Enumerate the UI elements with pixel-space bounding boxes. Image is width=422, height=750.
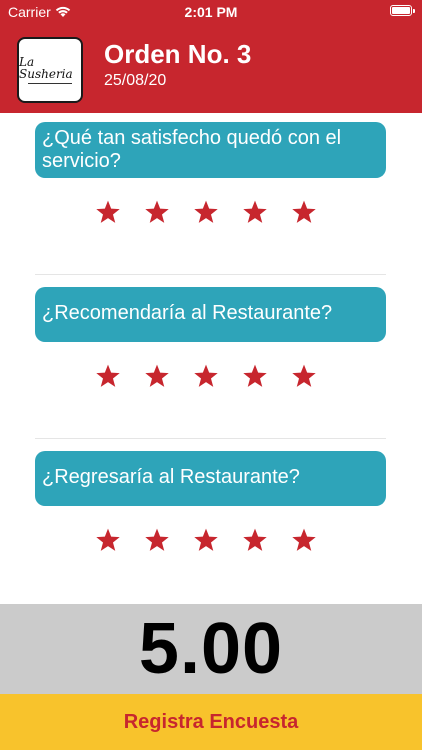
star-icon[interactable] bbox=[193, 527, 219, 553]
battery-icon bbox=[390, 5, 415, 16]
status-bar: Carrier 2:01 PM bbox=[0, 0, 422, 24]
star-icon[interactable] bbox=[144, 199, 170, 225]
star-rating-satisfaction[interactable] bbox=[95, 199, 317, 225]
status-time: 2:01 PM bbox=[184, 4, 238, 20]
question-card-return: ¿Regresaría al Restaurante? bbox=[35, 451, 386, 506]
question-card-recommend: ¿Recomendaría al Restaurante? bbox=[35, 287, 386, 342]
logo-wordmark: La Susheria bbox=[19, 55, 73, 81]
order-date: 25/08/20 bbox=[104, 72, 167, 89]
restaurant-logo: La Susheria bbox=[17, 37, 83, 103]
question-text: ¿Qué tan satisfecho quedó con el servici… bbox=[42, 127, 342, 172]
star-icon[interactable] bbox=[242, 363, 268, 389]
submit-survey-button[interactable]: Registra Encuesta bbox=[0, 694, 422, 750]
question-text: ¿Recomendaría al Restaurante? bbox=[42, 302, 333, 324]
star-icon[interactable] bbox=[242, 527, 268, 553]
divider bbox=[35, 438, 386, 439]
star-icon[interactable] bbox=[193, 199, 219, 225]
star-icon[interactable] bbox=[291, 363, 317, 389]
divider bbox=[35, 274, 386, 275]
star-icon[interactable] bbox=[95, 199, 121, 225]
logo-underline bbox=[28, 83, 72, 84]
submit-label: Registra Encuesta bbox=[123, 710, 299, 733]
star-rating-return[interactable] bbox=[95, 527, 317, 553]
question-card-satisfaction: ¿Qué tan satisfecho quedó con el servici… bbox=[35, 122, 386, 178]
star-icon[interactable] bbox=[144, 363, 170, 389]
question-text: ¿Regresaría al Restaurante? bbox=[42, 466, 300, 488]
star-icon[interactable] bbox=[95, 363, 121, 389]
star-icon[interactable] bbox=[193, 363, 219, 389]
order-title: Orden No. 3 bbox=[104, 39, 252, 69]
star-icon[interactable] bbox=[291, 527, 317, 553]
star-icon[interactable] bbox=[95, 527, 121, 553]
star-icon[interactable] bbox=[291, 199, 317, 225]
score-value: 5.00 bbox=[138, 609, 284, 689]
star-icon[interactable] bbox=[242, 199, 268, 225]
header-bar: Carrier 2:01 PM La Susheria Orden No. 3 … bbox=[0, 0, 422, 113]
score-panel: 5.00 bbox=[0, 604, 422, 694]
star-rating-recommend[interactable] bbox=[95, 363, 317, 389]
star-icon[interactable] bbox=[144, 527, 170, 553]
